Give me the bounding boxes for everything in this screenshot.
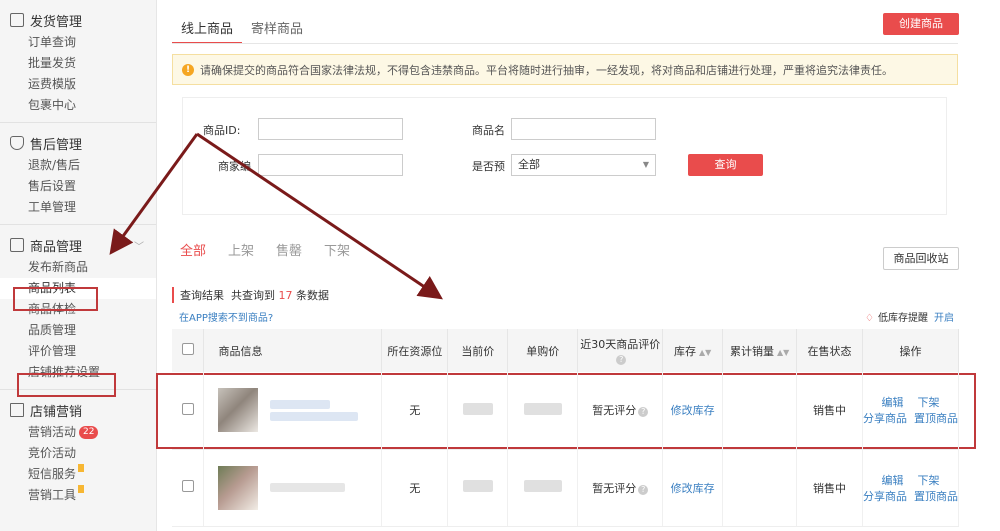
arrow-to-table — [196, 132, 443, 300]
arrow-to-sidebar — [109, 133, 199, 255]
annotation-arrows — [109, 132, 443, 300]
